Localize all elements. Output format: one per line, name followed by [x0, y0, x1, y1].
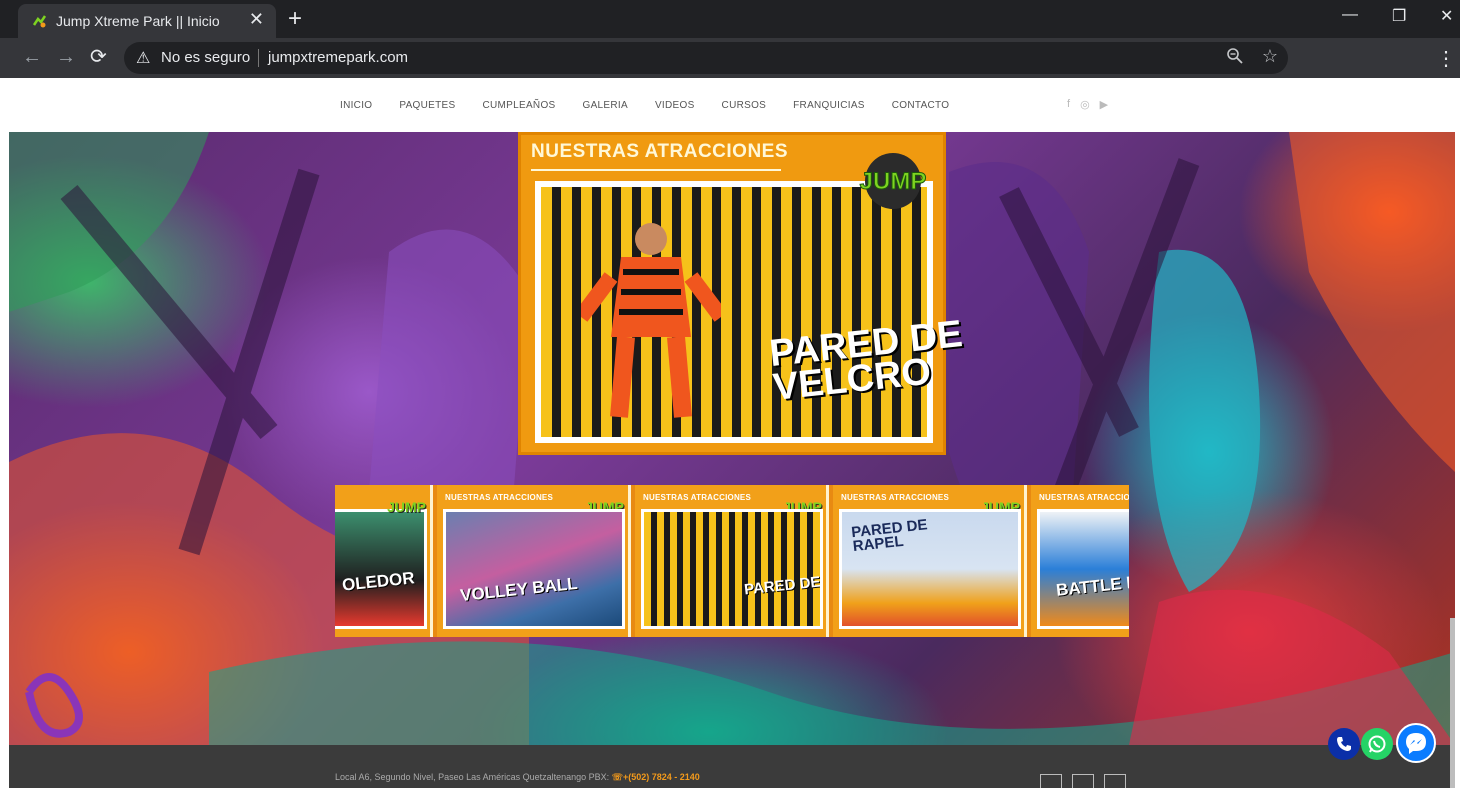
phone-icon — [1337, 737, 1351, 751]
page-scrollbar[interactable] — [1450, 618, 1455, 788]
browser-titlebar: Jump Xtreme Park || Inicio ✕ + — ❐ ✕ — [0, 0, 1460, 38]
restore-icon[interactable]: ❐ — [1392, 6, 1406, 26]
page-viewport: INICIO PAQUETES CUMPLEAÑOS GALERIA VIDEO… — [9, 78, 1455, 788]
menu-item-cursos[interactable]: CURSOS — [722, 100, 767, 111]
warning-icon: ⚠ — [136, 50, 151, 67]
featured-header-underline — [531, 169, 781, 171]
menu-item-paquetes[interactable]: PAQUETES — [399, 100, 455, 111]
browser-tab[interactable]: Jump Xtreme Park || Inicio ✕ — [18, 4, 276, 38]
slide-caption: BATTLE BE — [1055, 571, 1129, 600]
main-menu: INICIO PAQUETES CUMPLEAÑOS GALERIA VIDEO… — [340, 100, 949, 111]
svg-text:JUMP: JUMP — [860, 168, 927, 195]
zoom-icon[interactable] — [1226, 47, 1244, 65]
slide-caption: OLEDOR — [341, 568, 416, 595]
footer-youtube-icon[interactable] — [1104, 774, 1126, 788]
phone-call-button[interactable] — [1328, 728, 1360, 760]
header-social-links: f ◎ ▶ — [1067, 98, 1108, 111]
footer-instagram-icon[interactable] — [1072, 774, 1094, 788]
menu-item-videos[interactable]: VIDEOS — [655, 100, 695, 111]
whatsapp-icon — [1368, 735, 1386, 753]
slide-logo: JUMP — [387, 499, 426, 515]
slide-image: VOLLEY BALL — [443, 509, 625, 629]
whatsapp-button[interactable] — [1361, 728, 1393, 760]
carousel-slide[interactable]: NUESTRAS ATRACCIONES JUMP PARED DE VELCR… — [635, 485, 829, 637]
slide-caption: PARED DE VELCRO — [743, 567, 822, 599]
slide-image: PARED DE RAPEL — [839, 509, 1021, 629]
facebook-icon[interactable]: f — [1067, 98, 1070, 111]
footer-phone[interactable]: ☏+(502) 7824 - 2140 — [612, 772, 700, 782]
kid-in-velcro-suit-image — [581, 223, 721, 418]
menu-item-franquicias[interactable]: FRANQUICIAS — [793, 100, 865, 111]
carousel-slide[interactable]: OLEDOR JUMP — [335, 485, 433, 637]
graffiti-hero: NUESTRAS ATRACCIONES PARED DE VELCRO JUM… — [9, 132, 1455, 745]
messenger-icon — [1406, 733, 1426, 754]
featured-header: NUESTRAS ATRACCIONES — [531, 141, 789, 162]
featured-caption: PARED DE VELCRO — [767, 313, 965, 409]
footer-social-links — [1040, 774, 1126, 788]
slide-caption: VOLLEY BALL — [459, 573, 579, 606]
velcro-wall-photo: PARED DE VELCRO — [535, 181, 964, 443]
footer-address: Local A6, Segundo Nivel, Paseo Las Améri… — [335, 772, 700, 782]
tab-title: Jump Xtreme Park || Inicio — [56, 13, 220, 29]
featured-attraction-card[interactable]: NUESTRAS ATRACCIONES PARED DE VELCRO JUM… — [518, 132, 964, 455]
url-text: jumpxtremepark.com — [268, 49, 409, 66]
menu-item-contacto[interactable]: CONTACTO — [892, 100, 950, 111]
attractions-carousel[interactable]: OLEDOR JUMP NUESTRAS ATRACCIONES JUMP VO… — [335, 485, 1129, 637]
reload-icon[interactable]: ⟳ — [90, 46, 107, 68]
site-footer: Local A6, Segundo Nivel, Paseo Las Améri… — [9, 745, 1455, 788]
footer-facebook-icon[interactable] — [1040, 774, 1062, 788]
carousel-slide[interactable]: NUESTRAS ATRACCIONES JUMP PARED DE RAPEL — [833, 485, 1027, 637]
menu-item-galeria[interactable]: GALERIA — [583, 100, 628, 111]
close-window-icon[interactable]: ✕ — [1440, 6, 1453, 26]
slide-image: PARED DE VELCRO — [641, 509, 823, 629]
security-label: No es seguro — [161, 49, 251, 66]
address-bar[interactable]: ⚠ No es seguro jumpxtremepark.com ☆ — [124, 42, 1288, 74]
slide-caption: PARED DE RAPEL — [850, 516, 929, 556]
forward-icon[interactable]: → — [56, 46, 76, 68]
new-tab-icon[interactable]: + — [288, 6, 302, 32]
carousel-slide[interactable]: NUESTRAS ATRACCIONES JUMP VOLLEY BALL — [437, 485, 631, 637]
omnibox-divider — [258, 49, 259, 67]
slide-image: BATTLE BE — [1037, 509, 1129, 629]
menu-item-inicio[interactable]: INICIO — [340, 100, 372, 111]
slide-header: NUESTRAS ATRACCIONES — [643, 493, 752, 502]
tab-close-icon[interactable]: ✕ — [249, 9, 264, 30]
messenger-button[interactable] — [1396, 723, 1436, 763]
youtube-icon[interactable]: ▶ — [1100, 98, 1108, 111]
jump-logo-icon: JUMP — [859, 153, 927, 209]
site-favicon-icon — [32, 15, 47, 28]
slide-header: NUESTRAS ATRACCIONES — [841, 493, 950, 502]
slide-image: OLEDOR — [335, 509, 427, 629]
slide-header: NUESTRAS ATRACCIONES — [445, 493, 554, 502]
back-icon[interactable]: ← — [22, 46, 42, 68]
instagram-icon[interactable]: ◎ — [1080, 98, 1090, 111]
browser-menu-icon[interactable]: ⋮ — [1436, 46, 1456, 71]
browser-toolbar: ← → ⟳ ⚠ No es seguro jumpxtremepark.com … — [0, 38, 1460, 78]
slide-header: NUESTRAS ATRACCIONES — [1039, 493, 1129, 502]
carousel-slide[interactable]: NUESTRAS ATRACCIONES BATTLE BE — [1031, 485, 1129, 637]
menu-item-cumpleanos[interactable]: CUMPLEAÑOS — [482, 100, 555, 111]
bookmark-star-icon[interactable]: ☆ — [1262, 46, 1278, 67]
minimize-icon[interactable]: — — [1342, 6, 1358, 24]
site-navbar: INICIO PAQUETES CUMPLEAÑOS GALERIA VIDEO… — [9, 78, 1455, 132]
